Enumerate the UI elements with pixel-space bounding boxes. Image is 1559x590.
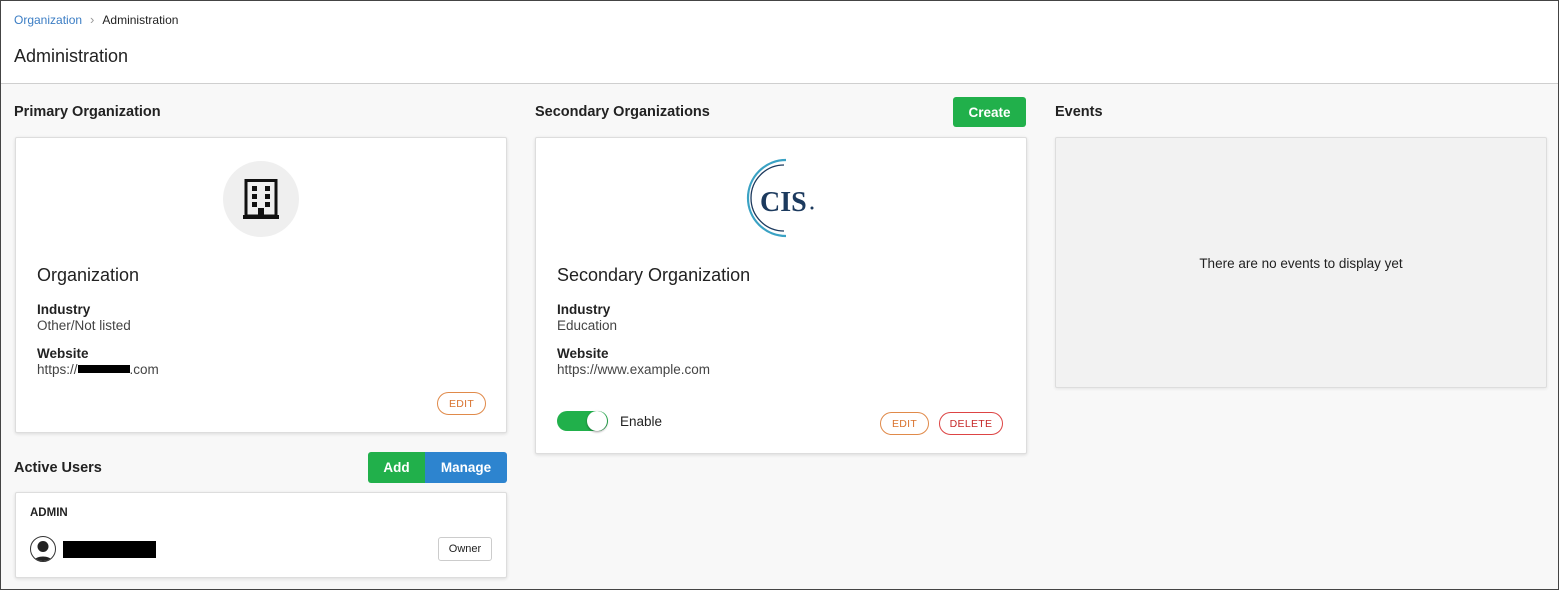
primary-website-value: https:// .com <box>37 362 159 377</box>
secondary-organizations-title: Secondary Organizations <box>535 104 710 120</box>
secondary-delete-button[interactable]: DELETE <box>939 412 1003 435</box>
secondary-organization-name: Secondary Organization <box>557 265 751 285</box>
enable-toggle[interactable] <box>557 411 608 431</box>
primary-website-label: Website <box>37 346 89 361</box>
user-avatar-icon <box>30 536 56 562</box>
organization-avatar <box>223 161 299 237</box>
building-icon <box>243 179 279 219</box>
primary-industry-label: Industry <box>37 302 91 317</box>
secondary-edit-button[interactable]: EDIT <box>880 412 929 435</box>
secondary-organization-card: CIS Secondary Organization Industry Educ… <box>535 137 1027 454</box>
primary-edit-button[interactable]: EDIT <box>437 392 486 415</box>
breadcrumb: Organization › Administration <box>14 12 178 27</box>
events-title: Events <box>1055 104 1103 120</box>
add-user-button[interactable]: Add <box>368 452 425 483</box>
app-frame: Organization › Administration Administra… <box>0 0 1559 590</box>
redacted-domain <box>77 365 130 374</box>
events-panel: There are no events to display yet <box>1055 137 1547 388</box>
page-title: Administration <box>14 46 129 66</box>
owner-badge: Owner <box>438 537 492 561</box>
active-users-card: ADMIN Owner <box>15 492 507 578</box>
website-prefix: https:// <box>37 362 78 377</box>
active-users-title: Active Users <box>14 460 102 476</box>
primary-organization-name: Organization <box>37 265 140 285</box>
secondary-industry-label: Industry <box>557 302 611 317</box>
primary-industry-value: Other/Not listed <box>37 318 131 333</box>
chevron-right-icon: › <box>90 12 95 27</box>
secondary-website-value: https://www.example.com <box>557 362 711 377</box>
website-suffix: .com <box>129 362 159 377</box>
svg-text:CIS: CIS <box>760 187 807 218</box>
cis-logo: CIS <box>746 158 814 238</box>
redacted-user-name <box>63 541 156 558</box>
enable-label: Enable <box>620 414 663 429</box>
user-role-heading: ADMIN <box>30 507 68 519</box>
manage-users-button[interactable]: Manage <box>425 452 507 483</box>
secondary-industry-value: Education <box>557 318 618 333</box>
create-organization-button[interactable]: Create <box>953 97 1026 127</box>
primary-organization-title: Primary Organization <box>14 104 161 120</box>
primary-organization-card: Organization Industry Other/Not listed W… <box>15 137 507 433</box>
toggle-knob <box>587 411 607 431</box>
breadcrumb-current: Administration <box>102 12 179 27</box>
top-bar: Organization › Administration Administra… <box>1 1 1558 84</box>
events-empty-message: There are no events to display yet <box>1199 256 1403 271</box>
secondary-website-label: Website <box>557 346 609 361</box>
breadcrumb-organization-link[interactable]: Organization <box>14 13 82 27</box>
